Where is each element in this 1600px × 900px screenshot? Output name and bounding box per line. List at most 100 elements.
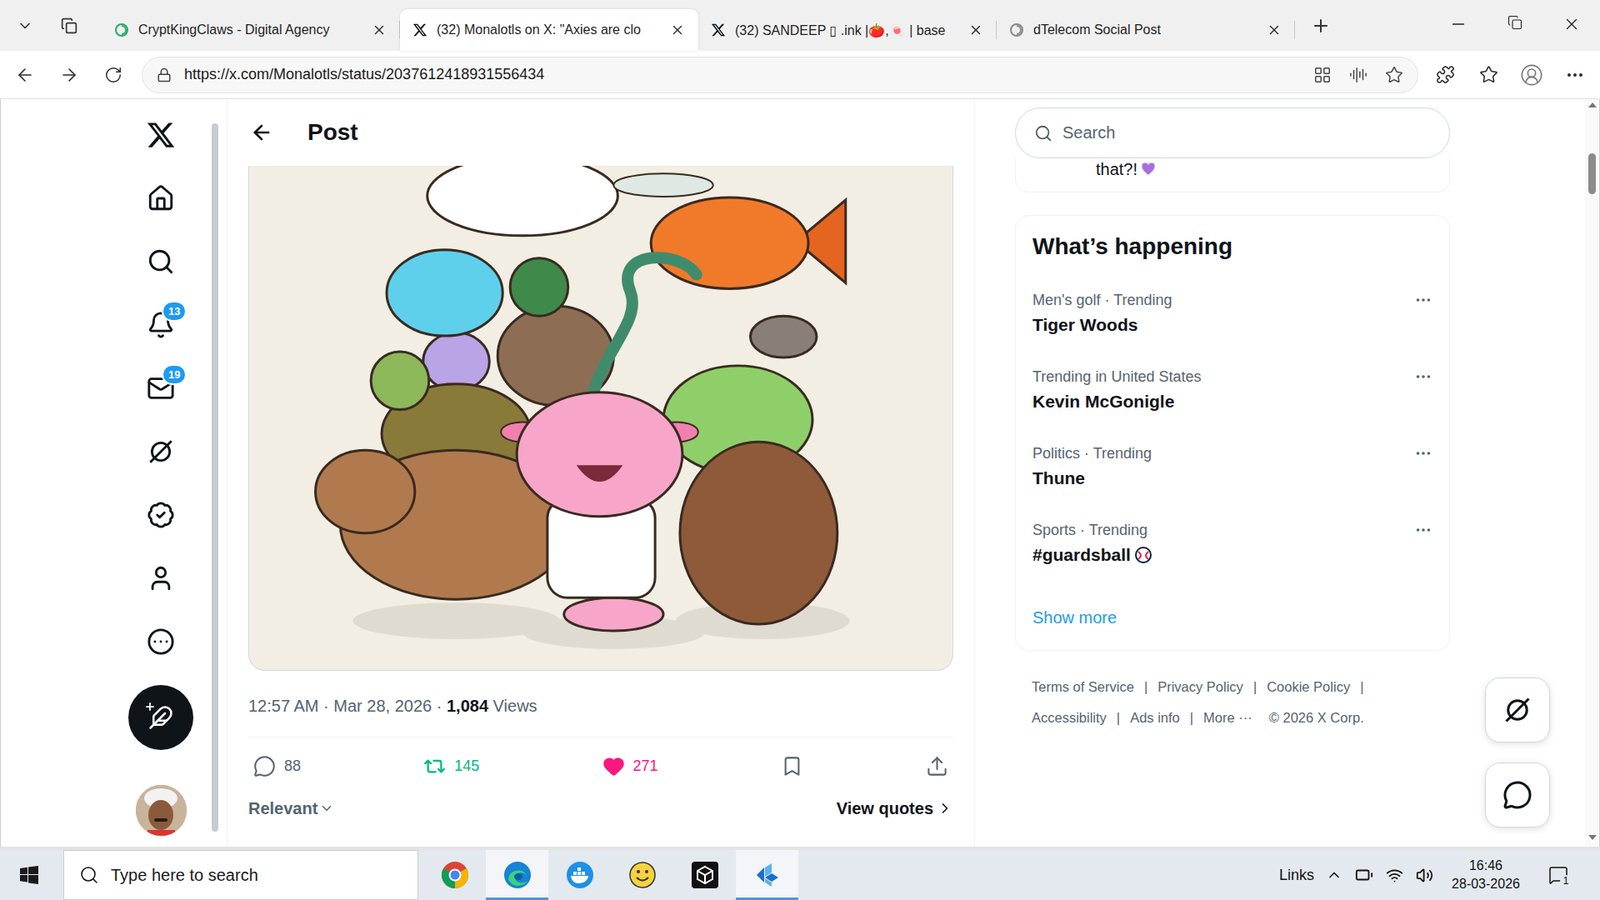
taskbar-app[interactable] [610, 850, 674, 900]
x-home-logo[interactable] [134, 103, 188, 167]
profile-button[interactable] [1513, 56, 1550, 94]
trend-more-button[interactable] [1414, 367, 1433, 386]
footer-link[interactable]: Privacy Policy [1157, 676, 1244, 697]
replies-toolbar: Relevant View quotes [248, 794, 954, 823]
trend-texts: Trending in United StatesKevin McGonigle [1032, 366, 1201, 414]
app-available-button[interactable] [1307, 60, 1338, 90]
tab-close-button[interactable] [1263, 19, 1285, 41]
docker-icon [565, 860, 595, 890]
notifications-link[interactable]: 13 [134, 293, 188, 357]
taskbar-app[interactable] [548, 850, 611, 900]
refresh-button[interactable] [95, 56, 132, 94]
repost-icon [423, 755, 446, 778]
chrome-icon [440, 860, 470, 890]
grok-float-button[interactable] [1485, 677, 1550, 743]
network-button[interactable] [1379, 850, 1410, 900]
footer-link[interactable]: Terms of Service [1031, 676, 1135, 697]
premium-link[interactable] [134, 483, 188, 547]
new-tab-button[interactable] [1302, 7, 1340, 45]
extensions-button[interactable] [1426, 56, 1464, 94]
sort-replies-button[interactable]: Relevant [248, 799, 335, 819]
taskbar-search[interactable]: Type here to search [63, 850, 419, 900]
like-button[interactable]: 271 [602, 755, 659, 778]
volume-button[interactable] [1409, 850, 1440, 900]
repost-button[interactable]: 145 [423, 755, 480, 778]
restore-button[interactable] [1486, 0, 1544, 51]
close-window-button[interactable] [1543, 0, 1600, 51]
footer-link[interactable]: Cookie Policy [1266, 676, 1350, 697]
minimize-button[interactable] [1430, 0, 1487, 51]
reply-button[interactable]: 88 [253, 755, 301, 778]
read-aloud-button[interactable] [1343, 60, 1374, 90]
trends-title: What’s happening [1015, 215, 1450, 275]
footer-link[interactable]: Ads info [1130, 707, 1180, 728]
trend-more-button[interactable] [1414, 290, 1433, 310]
tab-close-button[interactable] [666, 19, 689, 41]
refresh-icon [104, 65, 123, 85]
tab-close-button[interactable] [965, 19, 987, 41]
forward-button[interactable] [50, 56, 88, 94]
browser-toolbar [1426, 56, 1594, 94]
start-button[interactable] [0, 850, 59, 900]
profile-link[interactable] [134, 546, 188, 610]
browser-tab[interactable]: (32) Monalotls on X: "Axies are clo [400, 9, 699, 51]
footer-link[interactable]: © 2026 X Corp. [1269, 707, 1365, 728]
header-title: Post [307, 119, 359, 146]
view-quotes-link[interactable]: View quotes [836, 799, 954, 819]
search-icon [79, 865, 100, 885]
battery-button[interactable] [1349, 850, 1380, 900]
trend-item[interactable]: Sports · Trending#guardsball [1015, 505, 1450, 582]
tab-actions-button[interactable] [50, 7, 88, 45]
browser-tab[interactable]: CryptKingClaws - Digital Agency [101, 9, 400, 51]
action-count: 271 [633, 755, 659, 776]
scroll-down-icon [1588, 835, 1597, 840]
footer-link[interactable]: More ··· [1203, 707, 1253, 728]
trend-name: #guardsball [1032, 543, 1153, 567]
explore-link[interactable] [134, 230, 188, 294]
share-button[interactable] [925, 755, 949, 778]
taskbar-app[interactable] [485, 850, 549, 900]
settings-menu-button[interactable] [1556, 56, 1594, 94]
home-link[interactable] [134, 166, 188, 230]
back-button[interactable] [6, 56, 44, 94]
search-field[interactable]: Search [1015, 107, 1450, 159]
post-image[interactable] [248, 165, 954, 671]
favorite-button[interactable] [1379, 60, 1410, 90]
tab-close-button[interactable] [368, 19, 390, 41]
compose-post-button[interactable] [128, 685, 194, 750]
nav-scroll-thumb[interactable] [211, 123, 219, 832]
edge-icon [503, 860, 532, 890]
favorites-button[interactable] [1470, 56, 1507, 94]
footer-link[interactable]: Accessibility [1031, 707, 1107, 728]
taskbar-app[interactable] [423, 850, 486, 900]
clock[interactable]: 16:4628-03-2026 [1448, 858, 1524, 892]
account-avatar[interactable] [135, 785, 187, 836]
close-icon [371, 22, 387, 38]
url-field[interactable]: https://x.com/Monalotls/status/203761241… [141, 56, 1419, 94]
trend-item[interactable]: Politics · TrendingThune [1015, 428, 1450, 505]
post-header: Post [227, 99, 975, 166]
grok-link[interactable] [134, 420, 188, 484]
taskbar-app[interactable] [735, 850, 799, 900]
page-scroll-thumb[interactable] [1588, 153, 1596, 195]
show-hidden-icons-button[interactable] [1319, 850, 1350, 900]
taskbar-app[interactable] [673, 850, 736, 900]
action-center-button[interactable]: 1 [1533, 850, 1584, 900]
trends-card: What’s happeningMen's golf · TrendingTig… [1015, 215, 1450, 651]
tab-list-button[interactable] [6, 7, 44, 45]
back-link[interactable] [249, 120, 275, 145]
more-link[interactable] [134, 610, 188, 674]
trend-more-button[interactable] [1414, 520, 1433, 540]
trend-more-button[interactable] [1414, 444, 1433, 463]
messages-link[interactable]: 19 [134, 356, 188, 420]
bookmark-button[interactable] [780, 755, 804, 778]
plus-icon [1310, 15, 1331, 36]
show-more-link[interactable]: Show more [1015, 581, 1450, 650]
messages-float-button[interactable] [1485, 762, 1550, 828]
more-dots-icon [1414, 444, 1433, 463]
trend-item[interactable]: Men's golf · TrendingTiger Woods [1015, 275, 1450, 352]
trend-item[interactable]: Trending in United StatesKevin McGonigle [1015, 351, 1450, 429]
browser-tab[interactable]: dTelecom Social Post [996, 9, 1295, 51]
browser-tab[interactable]: (32) SANDEEP ▯ .ink |🍅,🍬 | base [698, 9, 997, 51]
site-info-button[interactable] [149, 60, 180, 90]
